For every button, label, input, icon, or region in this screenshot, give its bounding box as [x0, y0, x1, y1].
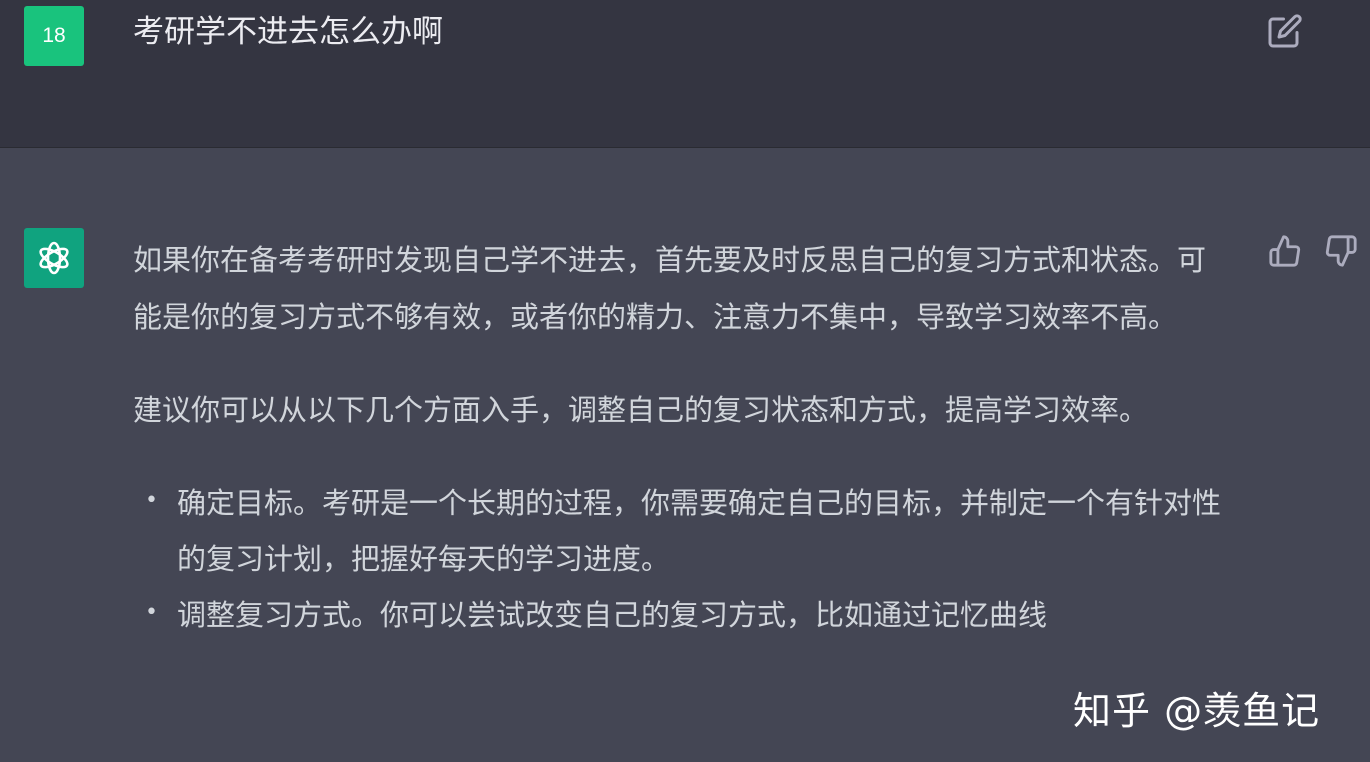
thumbs-down-icon	[1325, 235, 1357, 267]
assistant-message-row: 如果你在备考考研时发现自己学不进去，首先要及时反思自己的复习方式和状态。可能是你…	[0, 148, 1370, 762]
assistant-response: 如果你在备考考研时发现自己学不进去，首先要及时反思自己的复习方式和状态。可能是你…	[133, 232, 1243, 643]
zhihu-watermark: 知乎 @羡鱼记	[1073, 689, 1321, 733]
thumbs-up-button[interactable]	[1268, 234, 1302, 268]
thumbs-up-icon	[1269, 235, 1301, 267]
user-message-text: 考研学不进去怎么办啊	[133, 14, 443, 50]
edit-button[interactable]	[1267, 13, 1303, 49]
response-bullet-list: 确定目标。考研是一个长期的过程，你需要确定自己的目标，并制定一个有针对性的复习计…	[133, 473, 1243, 643]
user-avatar-text: 18	[42, 24, 66, 47]
response-paragraph: 建议你可以从以下几个方面入手，调整自己的复习状态和方式，提高学习效率。	[133, 393, 1149, 427]
list-item: 调整复习方式。你可以尝试改变自己的复习方式，比如通过记忆曲线	[133, 585, 1237, 643]
user-avatar: 18	[24, 6, 84, 66]
user-message-row: 18 考研学不进去怎么办啊	[0, 0, 1370, 148]
edit-icon	[1268, 14, 1302, 48]
openai-logo-icon	[39, 241, 69, 275]
assistant-avatar	[24, 228, 84, 288]
response-paragraph: 如果你在备考考研时发现自己学不进去，首先要及时反思自己的复习方式和状态。可能是你…	[133, 243, 1207, 334]
thumbs-down-button[interactable]	[1324, 234, 1358, 268]
list-item: 确定目标。考研是一个长期的过程，你需要确定自己的目标，并制定一个有针对性的复习计…	[133, 473, 1237, 587]
